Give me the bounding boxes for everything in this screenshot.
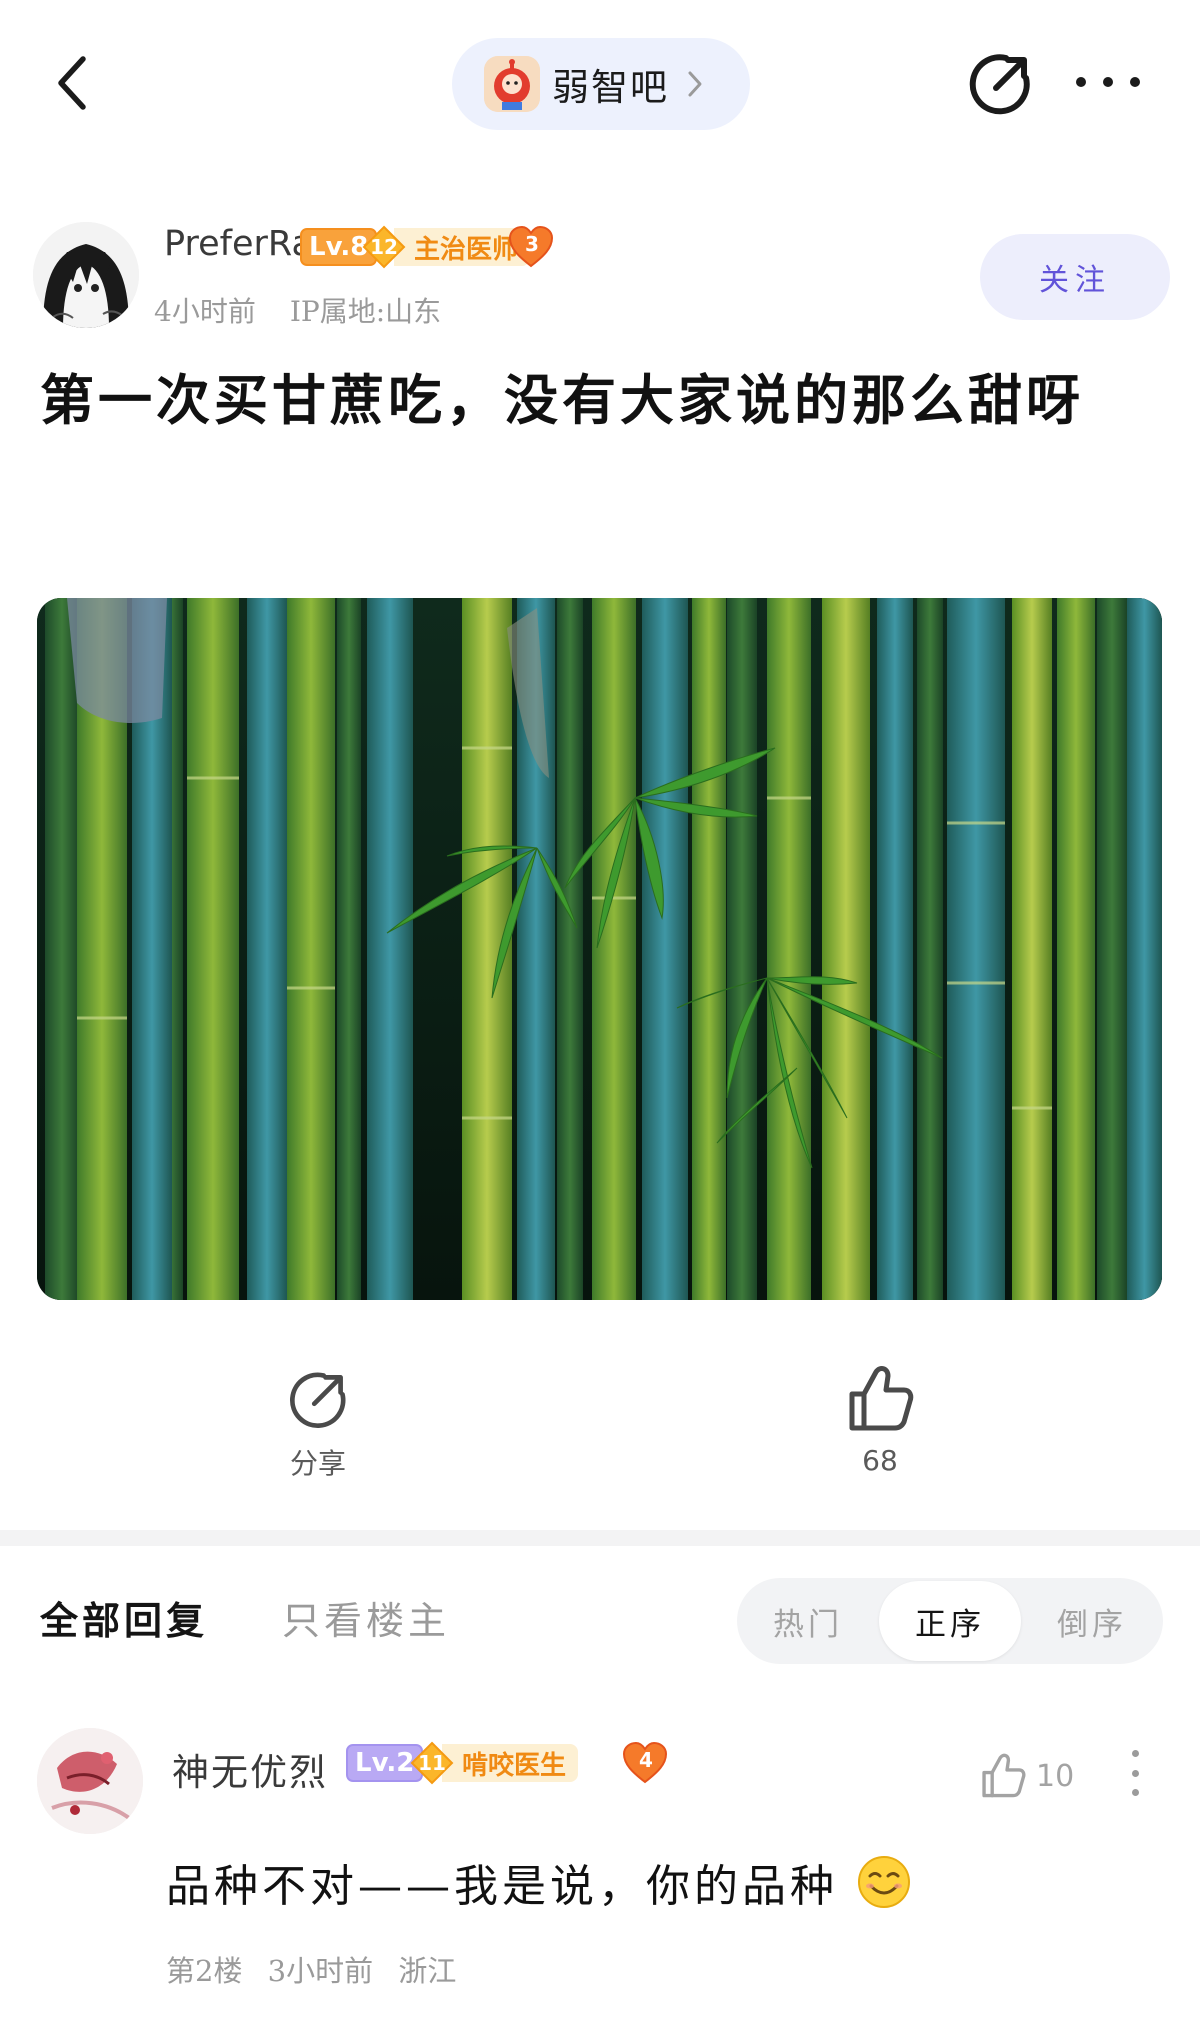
share-button[interactable] [966, 50, 1034, 118]
comment-like-button[interactable]: 10 [980, 1752, 1074, 1800]
share-icon [969, 54, 1030, 115]
post-time: 4小时前 [154, 295, 256, 328]
heart-badge: 3 [508, 226, 554, 268]
ip-location: IP属地:山东 [289, 295, 442, 328]
avatar[interactable] [37, 1728, 143, 1834]
comment-text: 品种不对——我是说，你的品种 [166, 1850, 912, 1914]
back-button[interactable] [48, 48, 96, 118]
avatar[interactable] [33, 222, 139, 328]
diamond-icon: 12 [362, 225, 406, 269]
sort-segmented-control: 热门 正序 倒序 [737, 1578, 1163, 1664]
more-button[interactable] [1076, 60, 1140, 104]
sort-ascending[interactable]: 正序 [879, 1581, 1021, 1661]
comment-more-button[interactable] [1128, 1750, 1142, 1796]
author-meta: 4小时前 IP属地:山东 [154, 290, 441, 330]
section-divider [0, 1530, 1200, 1546]
more-dot [1103, 77, 1113, 87]
heart-count: 4 [639, 1748, 653, 1772]
chevron-right-icon [688, 71, 702, 97]
share-label: 分享 [289, 1447, 346, 1480]
commenter-name[interactable]: 神无优烈 [172, 1742, 328, 1796]
more-dot [1130, 77, 1140, 87]
post-image[interactable] [37, 598, 1162, 1300]
comment-body: 品种不对——我是说，你的品种 [166, 1861, 838, 1912]
thumbs-up-icon [849, 1366, 914, 1431]
heart-count: 3 [525, 232, 539, 256]
heart-badge: 4 [622, 1742, 668, 1784]
thumbs-up-icon [982, 1753, 1026, 1798]
title-level: 12 [370, 235, 398, 259]
chevron-left-icon [58, 56, 86, 110]
post-title: 第一次买甘蔗吃，没有大家说的那么甜呀 [40, 368, 1084, 432]
comment-like-count: 10 [1036, 1758, 1075, 1794]
comment-time: 3小时前 [267, 1954, 374, 1988]
like-count: 68 [862, 1444, 898, 1477]
more-vertical-icon [1131, 1750, 1139, 1757]
diamond-icon: 11 [410, 1741, 454, 1785]
more-dot [1131, 1789, 1139, 1796]
forum-name: 弱智吧 [552, 66, 669, 109]
like-action[interactable]: 68 [780, 1364, 980, 1504]
tab-op-only[interactable]: 只看楼主 [282, 1590, 450, 1645]
share-icon [289, 1372, 346, 1429]
tab-all-replies[interactable]: 全部回复 [40, 1590, 208, 1645]
more-dot [1131, 1769, 1139, 1777]
title-label: 啃咬医生 [442, 1744, 579, 1782]
replies-header: 全部回复 只看楼主 热门 正序 倒序 [0, 1578, 1200, 1688]
title-badge: 12 主治医师 [362, 225, 531, 269]
comment-meta: 第2楼 3小时前 浙江 [166, 1948, 472, 1990]
forum-avatar [484, 56, 540, 112]
top-nav-bar: 弱智吧 [0, 0, 1200, 165]
follow-button[interactable]: 关注 [980, 234, 1170, 320]
comment-location: 浙江 [398, 1954, 457, 1988]
smile-emoji-icon [858, 1856, 910, 1908]
more-horizontal-icon [1076, 77, 1086, 87]
floor-number: 第2楼 [166, 1954, 243, 1988]
title-level: 11 [418, 1751, 446, 1775]
share-action[interactable]: 分享 [218, 1368, 418, 1508]
comment-item: 神无优烈 Lv.2 11 啃咬医生 4 10 品种不对——我是说，你的品种 第2… [0, 1720, 1200, 2019]
title-badge: 11 啃咬医生 [410, 1741, 579, 1785]
sort-descending[interactable]: 倒序 [1021, 1578, 1163, 1664]
forum-entry-pill[interactable]: 弱智吧 [452, 38, 750, 130]
post-author: PreferRain Lv.8 12 主治医师 3 4小时前 IP属地:山东 关注 [30, 220, 1170, 340]
sort-hot[interactable]: 热门 [737, 1578, 879, 1664]
